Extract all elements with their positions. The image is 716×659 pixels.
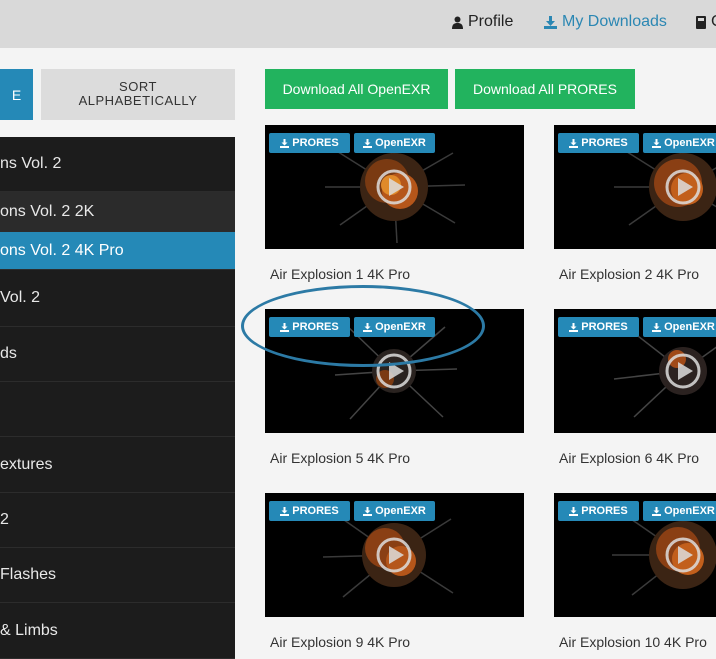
cart-icon (696, 15, 706, 29)
sidebar-item[interactable]: ds (0, 327, 235, 382)
sidebar-item-label: ons Vol. 2 2K (0, 202, 95, 220)
download-openexr-button[interactable]: OpenEXR (643, 317, 716, 337)
sidebar-item-label: extures (0, 455, 53, 473)
video-thumbnail[interactable]: PRORES OpenEXR (265, 309, 524, 433)
sidebar-item[interactable] (0, 382, 235, 437)
video-card[interactable]: PRORES OpenEXR Air Explosion 9 4K Pro (265, 493, 524, 659)
video-title[interactable]: Air Explosion 10 4K Pro (559, 634, 707, 650)
sidebar-item-active[interactable]: ons Vol. 2 4K Pro (0, 232, 235, 270)
download-icon (569, 138, 579, 148)
video-card[interactable]: PRORES OpenEXR Air Explosion 10 4K Pro (554, 493, 716, 659)
download-openexr-button[interactable]: OpenEXR (643, 133, 716, 153)
sort-toggle-button[interactable]: E (0, 69, 33, 120)
download-openexr-button[interactable]: OpenEXR (354, 317, 435, 337)
openexr-label: OpenEXR (375, 505, 426, 517)
sort-label-line2: ALPHABETICALLY (78, 93, 198, 108)
video-title[interactable]: Air Explosion 6 4K Pro (559, 450, 699, 466)
openexr-label: OpenEXR (375, 137, 426, 149)
download-prores-button[interactable]: PRORES (558, 501, 639, 521)
nav-cart-label: C (711, 13, 716, 31)
sidebar-item[interactable]: extures (0, 437, 235, 493)
sidebar-item-label: ns Vol. 2 (0, 155, 62, 172)
sidebar-item-label: ons Vol. 2 4K Pro (0, 241, 124, 259)
user-icon (452, 16, 463, 29)
sidebar-item-label: ds (0, 345, 17, 362)
sidebar-item[interactable]: & Limbs (0, 603, 235, 659)
prores-label: PRORES (581, 137, 628, 149)
video-card[interactable]: PRORES OpenEXR Air Explosion 1 4K Pro (265, 125, 524, 285)
download-prores-button[interactable]: PRORES (558, 133, 639, 153)
download-icon (280, 138, 290, 148)
category-sidebar: ns Vol. 2 ons Vol. 2 2K ons Vol. 2 4K Pr… (0, 137, 235, 659)
video-thumbnail[interactable]: PRORES OpenEXR (554, 493, 716, 617)
download-prores-button[interactable]: PRORES (558, 317, 639, 337)
video-thumbnail[interactable]: PRORES OpenEXR (265, 125, 524, 249)
video-title[interactable]: Air Explosion 5 4K Pro (270, 450, 410, 466)
download-all-prores-button[interactable]: Download All PRORES (455, 69, 635, 109)
openexr-label: OpenEXR (375, 321, 426, 333)
nav-profile-link[interactable]: Profile (452, 13, 513, 31)
prores-label: PRORES (581, 321, 628, 333)
video-title[interactable]: Air Explosion 1 4K Pro (270, 266, 410, 282)
download-openexr-button[interactable]: OpenEXR (354, 501, 435, 521)
prores-label: PRORES (581, 505, 628, 517)
download-icon (363, 322, 373, 332)
top-navigation-bar: Profile My Downloads C (0, 0, 716, 48)
download-prores-button[interactable]: PRORES (269, 133, 350, 153)
video-thumbnail[interactable]: PRORES OpenEXR (265, 493, 524, 617)
openexr-label: OpenEXR (664, 321, 715, 333)
download-all-prores-label: Download All PRORES (473, 81, 617, 97)
video-card[interactable]: PRORES OpenEXR Air Explosion 2 4K Pro (554, 125, 716, 285)
sidebar-item[interactable]: ons Vol. 2 2K (0, 192, 235, 232)
download-icon (363, 506, 373, 516)
nav-cart-link[interactable]: C (696, 13, 716, 31)
sidebar-item-label: Vol. 2 (0, 289, 41, 306)
download-icon (280, 506, 290, 516)
nav-my-downloads-link[interactable]: My Downloads (544, 13, 667, 31)
prores-label: PRORES (292, 137, 339, 149)
sidebar-item-label: Flashes (0, 566, 57, 583)
video-thumbnail[interactable]: PRORES OpenEXR (554, 125, 716, 249)
sort-toggle-label: E (11, 86, 22, 103)
sidebar-item[interactable]: 2 (0, 493, 235, 548)
sidebar-item[interactable]: Vol. 2 (0, 270, 235, 327)
openexr-label: OpenEXR (664, 505, 715, 517)
nav-my-downloads-label: My Downloads (562, 13, 667, 30)
sort-alphabetically-button[interactable]: SORT ALPHABETICALLY (41, 69, 235, 120)
prores-label: PRORES (292, 321, 339, 333)
download-icon (652, 138, 662, 148)
video-title[interactable]: Air Explosion 9 4K Pro (270, 634, 410, 650)
video-card[interactable]: PRORES OpenEXR Air Explosion 6 4K Pro (554, 309, 716, 469)
video-card[interactable]: PRORES OpenEXR Air Explosion 5 4K Pro (265, 309, 524, 469)
video-title[interactable]: Air Explosion 2 4K Pro (559, 266, 699, 282)
download-icon (569, 322, 579, 332)
download-icon (280, 322, 290, 332)
prores-label: PRORES (292, 505, 339, 517)
download-icon (569, 506, 579, 516)
download-icon (652, 322, 662, 332)
download-all-openexr-label: Download All OpenEXR (282, 81, 431, 97)
download-openexr-button[interactable]: OpenEXR (643, 501, 716, 521)
video-thumbnail[interactable]: PRORES OpenEXR (554, 309, 716, 433)
download-prores-button[interactable]: PRORES (269, 501, 350, 521)
download-icon (652, 506, 662, 516)
sidebar-item-label: & Limbs (0, 621, 58, 639)
download-openexr-button[interactable]: OpenEXR (354, 133, 435, 153)
download-all-openexr-button[interactable]: Download All OpenEXR (265, 69, 448, 109)
download-icon (363, 138, 373, 148)
openexr-label: OpenEXR (664, 137, 715, 149)
download-icon (544, 15, 557, 29)
sidebar-item[interactable]: ns Vol. 2 (0, 137, 235, 192)
download-prores-button[interactable]: PRORES (269, 317, 350, 337)
sort-label-line1: SORT (119, 79, 157, 94)
sidebar-item-label: 2 (0, 511, 9, 528)
nav-profile-label: Profile (468, 13, 514, 30)
sidebar-item[interactable]: Flashes (0, 548, 235, 603)
